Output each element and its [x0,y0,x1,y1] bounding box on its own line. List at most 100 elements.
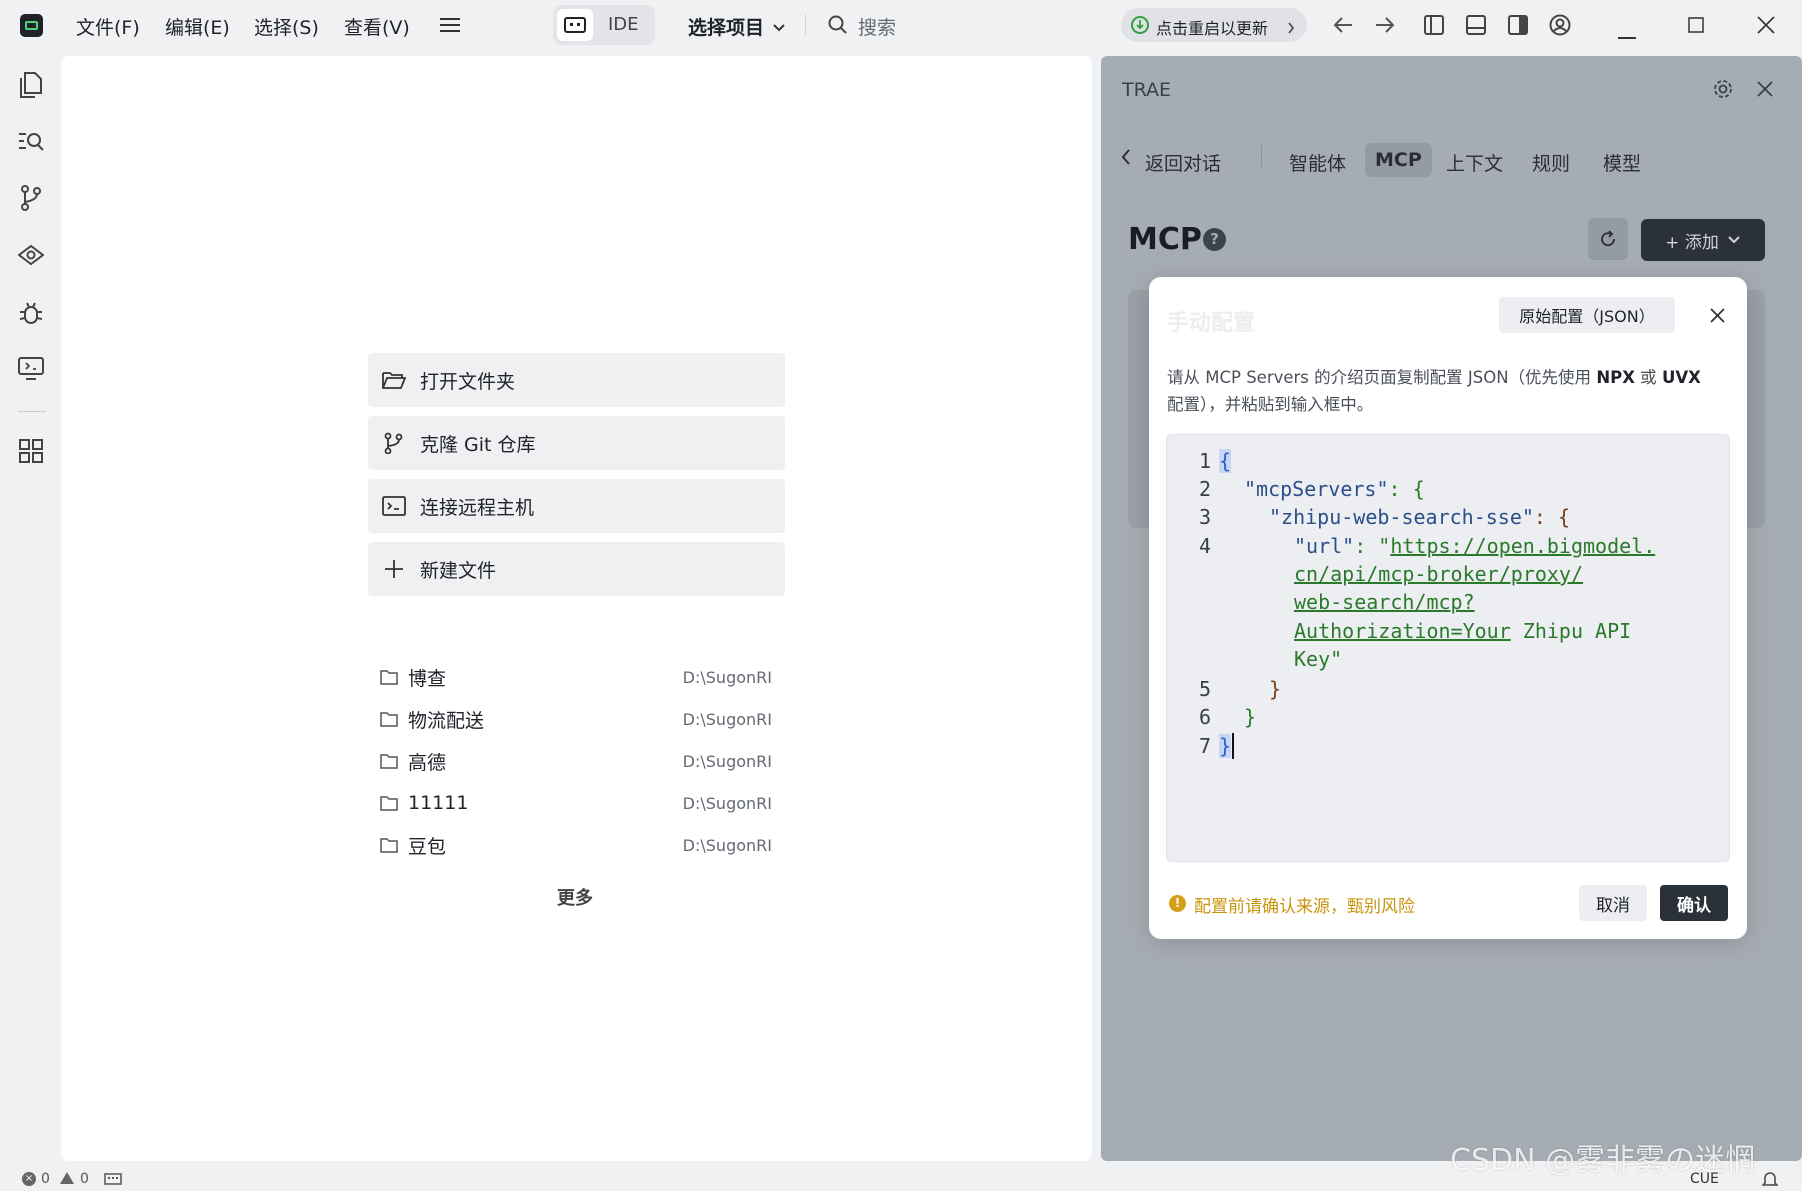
line-number: 6 [1198,705,1211,729]
refresh-icon [1601,230,1615,247]
add-mcp-button[interactable]: + 添加 [1641,219,1765,261]
menu-select[interactable]: 选择(S) [254,13,319,40]
close-dialog-icon[interactable] [1710,308,1725,327]
recent-project-row[interactable]: 豆包 D:\SugonRI [380,829,780,861]
explorer-icon[interactable] [14,68,48,102]
settings-gear-icon[interactable] [1713,79,1733,103]
code-line: Authorization=Your Zhipu API [1294,619,1631,643]
close-panel-icon[interactable] [1757,81,1773,101]
ide-mode-label[interactable]: IDE [608,14,639,35]
recent-project-row[interactable]: 高德 D:\SugonRI [380,745,780,777]
recent-project-row[interactable]: 11111 D:\SugonRI [380,787,780,819]
panel-title: TRAE [1122,79,1172,101]
tab-rules[interactable]: 规则 [1522,143,1580,182]
forward-arrow-icon[interactable] [1374,15,1396,39]
folder-icon [380,670,398,685]
help-icon[interactable]: ? [1203,228,1226,251]
chevron-down-icon[interactable] [772,18,786,37]
folder-icon [380,712,398,727]
preview-eye-icon[interactable] [14,238,48,272]
new-file-button[interactable]: 新建文件 [368,542,785,596]
minimize-icon[interactable] [1618,24,1636,43]
recent-project-row[interactable]: 博查 D:\SugonRI [380,661,780,693]
mode-switch[interactable]: IDE [553,5,655,45]
hamburger-menu-icon[interactable] [440,16,460,34]
recent-project-row[interactable]: 物流配送 D:\SugonRI [380,703,780,735]
raw-config-label: 原始配置（JSON） [1519,307,1655,326]
cancel-button[interactable]: 取消 [1579,885,1647,921]
error-count[interactable]: 0 [41,1171,50,1187]
recent-project-name: 博查 [408,667,447,690]
confirm-label: 确认 [1677,895,1711,916]
line-number: 5 [1198,677,1211,701]
code-url: Authorization=Your [1294,619,1511,643]
back-arrow-icon[interactable] [1332,15,1354,39]
toggle-bottom-panel-icon[interactable] [1466,15,1486,39]
line-number: 3 [1198,505,1211,529]
search-icon[interactable] [828,15,848,39]
extensions-icon[interactable] [14,434,48,468]
recent-project-path: D:\SugonRI [682,793,772,813]
code-line: "mcpServers": { [1244,477,1425,501]
tab-mcp[interactable]: MCP [1365,143,1432,177]
tab-agents[interactable]: 智能体 [1279,143,1356,182]
terminal-icon [382,496,406,516]
recent-project-path: D:\SugonRI [682,835,772,855]
recent-project-name: 豆包 [408,835,447,858]
recent-project-path: D:\SugonRI [682,709,772,729]
divider [805,14,806,36]
welcome-editor [61,56,1092,1161]
search-files-icon[interactable] [14,124,48,158]
confirm-button[interactable]: 确认 [1660,885,1728,921]
recent-project-name: 物流配送 [408,709,485,732]
line-number: 1 [1198,449,1211,473]
menu-view[interactable]: 查看(V) [344,13,410,40]
risk-warning-text: 配置前请确认来源，甄别风险 [1194,897,1415,917]
code-line: "url": "https://open.bigmodel. [1294,534,1655,558]
code-brace: } [1219,734,1232,758]
code-key: "url" [1294,534,1355,558]
cancel-label: 取消 [1596,895,1630,916]
solo-mode-icon[interactable] [557,9,593,41]
code-url: https://open.bigmodel. [1390,534,1656,558]
error-icon[interactable]: × [22,1172,36,1186]
update-button[interactable]: 点击重启以更新 [1121,8,1307,42]
toggle-left-panel-icon[interactable] [1424,15,1444,39]
menu-file[interactable]: 文件(F) [76,13,140,40]
tab-context[interactable]: 上下文 [1436,143,1513,182]
more-projects-link[interactable]: 更多 [557,884,593,910]
warning-triangle-icon[interactable] [59,1171,75,1189]
toggle-right-panel-icon[interactable] [1508,15,1528,39]
search-input[interactable]: 搜索 [858,13,896,40]
code-punct: : { [1388,477,1425,501]
warning-count[interactable]: 0 [80,1171,89,1187]
recent-project-path: D:\SugonRI [682,751,772,771]
clone-git-button[interactable]: 克隆 Git 仓库 [368,416,785,470]
code-brace: } [1269,677,1282,701]
update-label: 点击重启以更新 [1156,19,1269,38]
chevron-left-icon[interactable] [1121,149,1131,169]
raw-config-button[interactable]: 原始配置（JSON） [1499,297,1675,333]
chevron-right-icon [1287,19,1295,38]
project-select[interactable]: 选择项目 [688,13,764,40]
dialog-title: 手动配置 [1167,311,1256,336]
menu-edit[interactable]: 编辑(E) [165,13,230,40]
connect-remote-button[interactable]: 连接远程主机 [368,479,785,533]
close-window-icon[interactable] [1757,16,1775,38]
remote-explorer-icon[interactable] [14,352,48,386]
refresh-button[interactable] [1588,218,1628,260]
keyboard-icon[interactable] [104,1173,122,1189]
desc-text: 请从 MCP Servers 的介绍页面复制配置 JSON（优先使用 [1167,368,1597,387]
source-control-icon[interactable] [14,181,48,215]
code-string: Zhipu API [1510,619,1632,643]
add-mcp-label: + 添加 [1665,232,1719,253]
open-folder-button[interactable]: 打开文件夹 [368,353,785,407]
notification-bell-icon[interactable] [1761,1170,1779,1191]
code-string: Key" [1294,647,1343,671]
maximize-icon[interactable] [1688,17,1704,37]
account-icon[interactable] [1549,14,1571,40]
debug-bug-icon[interactable] [14,296,48,330]
line-number: 4 [1198,534,1211,558]
tab-models[interactable]: 模型 [1593,143,1651,182]
back-to-chat-link[interactable]: 返回对话 [1135,143,1231,182]
